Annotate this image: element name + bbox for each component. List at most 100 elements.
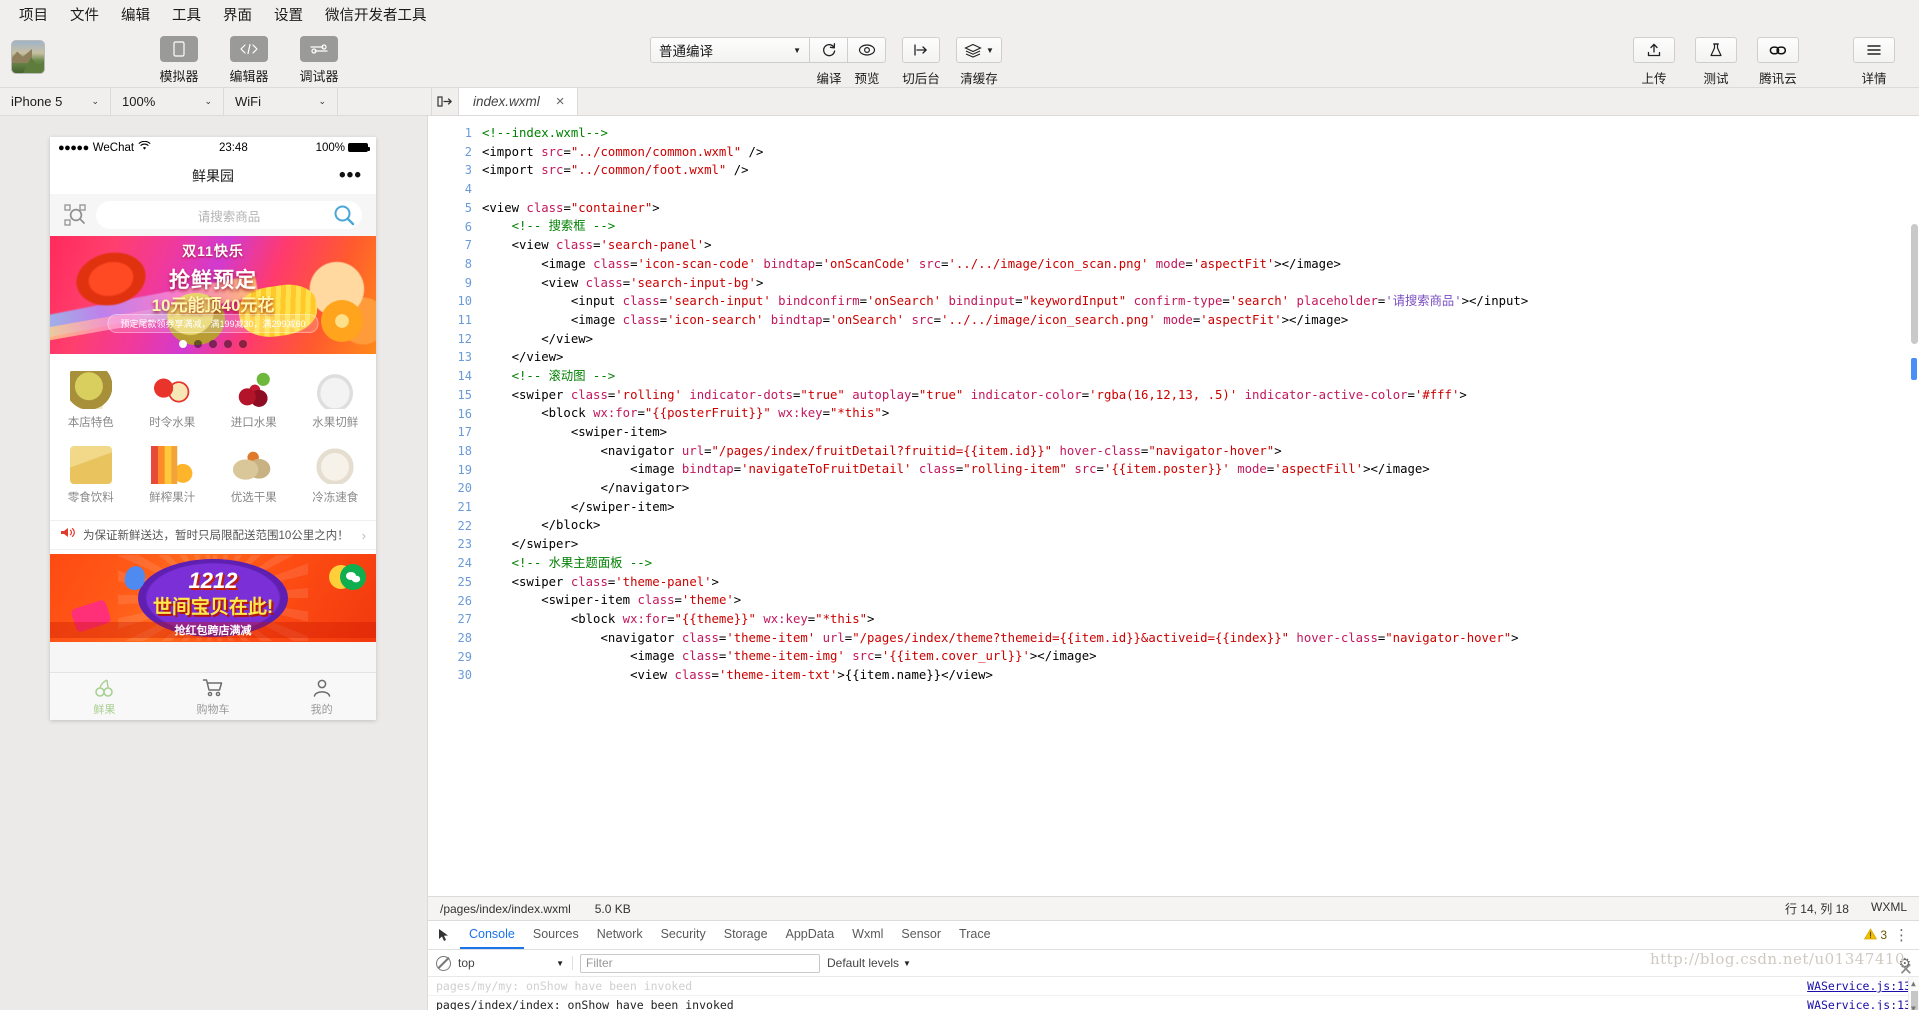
warning-badge[interactable]: 3 <box>1864 927 1887 943</box>
editor-scrollbar-thumb[interactable] <box>1911 224 1918 344</box>
indicator-dot[interactable] <box>224 340 232 348</box>
code-line[interactable]: </swiper-item> <box>482 498 1919 517</box>
console-scrollbar[interactable]: ▲ ▼ <box>1908 977 1919 1010</box>
console-log-source[interactable]: WAService.js:13 <box>1807 979 1911 993</box>
search-input-bg[interactable]: 请搜索商品 <box>96 201 362 229</box>
code-line[interactable]: <import src="../common/common.wxml" /> <box>482 143 1919 162</box>
device-select[interactable]: iPhone 5 ⌄ <box>0 88 111 115</box>
code-line[interactable]: </swiper> <box>482 535 1919 554</box>
code-line[interactable]: <navigator class='theme-item' url="/page… <box>482 629 1919 648</box>
magnifier-icon[interactable] <box>332 203 356 227</box>
code-line[interactable]: <image class='icon-scan-code' bindtap='o… <box>482 255 1919 274</box>
code-line[interactable] <box>482 180 1919 199</box>
code-line[interactable]: <block wx:for="{{posterFruit}}" wx:key="… <box>482 404 1919 423</box>
code-line[interactable]: <swiper class='rolling' indicator-dots="… <box>482 386 1919 405</box>
devtools-tab-wxml[interactable]: Wxml <box>843 921 892 949</box>
promo-banner-swiper[interactable]: 双11快乐 抢鲜预定 10元能顶40元花 预定尾款领券享满减，满199减30，满… <box>50 236 376 354</box>
chevron-right-icon[interactable]: › <box>362 528 366 543</box>
network-select[interactable]: WiFi ⌄ <box>224 88 338 115</box>
scan-code-icon[interactable] <box>64 204 86 226</box>
split-panel-button[interactable] <box>432 88 459 115</box>
theme-panel-banner[interactable]: 1212 世间宝贝在此! 抢红包跨店满减 <box>50 554 376 642</box>
menu-item-ui[interactable]: 界面 <box>212 1 263 28</box>
code-line[interactable]: <image class='theme-item-img' src='{{ite… <box>482 647 1919 666</box>
devtools-tab-security[interactable]: Security <box>652 921 715 949</box>
menu-item-file[interactable]: 文件 <box>59 1 110 28</box>
category-item[interactable]: 本店特色 <box>50 364 132 439</box>
scroll-down-icon[interactable]: ▼ <box>1911 1004 1916 1010</box>
code-line[interactable]: <view class='theme-item-txt'>{{item.name… <box>482 666 1919 685</box>
menu-item-project[interactable]: 项目 <box>8 1 59 28</box>
menu-item-tools[interactable]: 工具 <box>161 1 212 28</box>
project-thumbnail[interactable] <box>11 40 45 74</box>
preview-button[interactable] <box>848 37 886 63</box>
clear-cache-button[interactable]: ▼ <box>956 37 1002 63</box>
code-line[interactable]: <image class='icon-search' bindtap='onSe… <box>482 311 1919 330</box>
code-line[interactable]: </block> <box>482 516 1919 535</box>
category-item[interactable]: 时令水果 <box>132 364 214 439</box>
tab-cart[interactable]: 购物车 <box>159 673 268 720</box>
code-line[interactable]: <view class="container"> <box>482 199 1919 218</box>
clear-console-icon[interactable] <box>436 955 451 971</box>
code-line[interactable]: <view class='search-input-bg'> <box>482 274 1919 293</box>
category-item[interactable]: 水果切鲜 <box>295 364 377 439</box>
search-input[interactable]: 请搜索商品 <box>198 206 261 225</box>
tab-profile[interactable]: 我的 <box>267 673 376 720</box>
category-item[interactable]: 优选干果 <box>213 439 295 514</box>
console-log-list[interactable]: pages/my/my: onShow have been invoked WA… <box>428 977 1919 1010</box>
console-log-row[interactable]: pages/my/my: onShow have been invoked WA… <box>428 977 1919 996</box>
debugger-toggle-button[interactable]: 调试器 <box>293 36 345 85</box>
notice-bar[interactable]: 为保证新鲜送达，暂时只局限配送范围10公里之内！ › <box>50 520 376 550</box>
category-item[interactable]: 冷冻速食 <box>295 439 377 514</box>
indicator-dot[interactable] <box>179 340 187 348</box>
banner-indicator-dots[interactable] <box>50 340 376 348</box>
inspect-element-icon[interactable] <box>428 921 460 949</box>
menu-item-edit[interactable]: 编辑 <box>110 1 161 28</box>
code-line[interactable]: <swiper-item class='theme'> <box>482 591 1919 610</box>
more-options-icon[interactable]: ••• <box>339 165 362 187</box>
menu-item-devtools[interactable]: 微信开发者工具 <box>314 1 438 28</box>
code-line[interactable]: <swiper-item> <box>482 423 1919 442</box>
kebab-menu-icon[interactable]: ⋮ <box>1894 926 1909 944</box>
code-line[interactable]: <swiper class='theme-panel'> <box>482 573 1919 592</box>
code-line[interactable]: </navigator> <box>482 479 1919 498</box>
code-line[interactable]: <!-- 滚动图 --> <box>482 367 1919 386</box>
editor-toggle-button[interactable]: 编辑器 <box>223 36 275 85</box>
devtools-tab-appdata[interactable]: AppData <box>777 921 844 949</box>
compile-button[interactable] <box>810 37 848 63</box>
category-item[interactable]: 鲜榨果汁 <box>132 439 214 514</box>
tencent-cloud-button[interactable] <box>1757 37 1799 63</box>
code-line[interactable]: </view> <box>482 330 1919 349</box>
devtools-tab-trace[interactable]: Trace <box>950 921 1000 949</box>
devtools-tab-sensor[interactable]: Sensor <box>892 921 950 949</box>
category-item[interactable]: 零食饮料 <box>50 439 132 514</box>
code-line[interactable]: <import src="../common/foot.wxml" /> <box>482 161 1919 180</box>
console-context-select[interactable]: top ▼ <box>458 956 573 970</box>
code-line[interactable]: <!-- 水果主题面板 --> <box>482 554 1919 573</box>
code-line[interactable]: <!-- 搜索框 --> <box>482 217 1919 236</box>
devtools-tab-console[interactable]: Console <box>460 921 524 949</box>
indicator-dot[interactable] <box>239 340 247 348</box>
devtools-tab-sources[interactable]: Sources <box>524 921 588 949</box>
menu-item-settings[interactable]: 设置 <box>263 1 314 28</box>
category-item[interactable]: 进口水果 <box>213 364 295 439</box>
scroll-up-icon[interactable]: ▲ <box>1911 979 1916 988</box>
console-log-row[interactable]: pages/index/index: onShow have been invo… <box>428 996 1919 1010</box>
code-line[interactable]: <view class='search-panel'> <box>482 236 1919 255</box>
zoom-select[interactable]: 100% ⌄ <box>111 88 224 115</box>
indicator-dot[interactable] <box>209 340 217 348</box>
devtools-tab-storage[interactable]: Storage <box>715 921 777 949</box>
code-editor[interactable]: 1 2 3 4 5 6 7 8 9 10 11 12 13 14 15 16 17 18 19 20 21 22 23 24 2… <box>428 116 1919 897</box>
code-line[interactable]: <input class='search-input' bindconfirm=… <box>482 292 1919 311</box>
code-line[interactable]: <!--index.wxml--> <box>482 124 1919 143</box>
compile-mode-select[interactable]: 普通编译 ▼ <box>650 37 810 63</box>
code-line[interactable]: <image bindtap='navigateToFruitDetail' c… <box>482 460 1919 479</box>
code-line[interactable]: <navigator url="/pages/index/fruitDetail… <box>482 442 1919 461</box>
code-line[interactable]: <block wx:for="{{theme}}" wx:key="*this"… <box>482 610 1919 629</box>
test-button[interactable] <box>1695 37 1737 63</box>
details-button[interactable] <box>1853 37 1895 63</box>
indicator-dot[interactable] <box>194 340 202 348</box>
close-icon[interactable]: ✕ <box>1899 960 1913 980</box>
editor-scrollbar[interactable] <box>1909 116 1919 896</box>
console-log-source[interactable]: WAService.js:13 <box>1807 998 1911 1010</box>
